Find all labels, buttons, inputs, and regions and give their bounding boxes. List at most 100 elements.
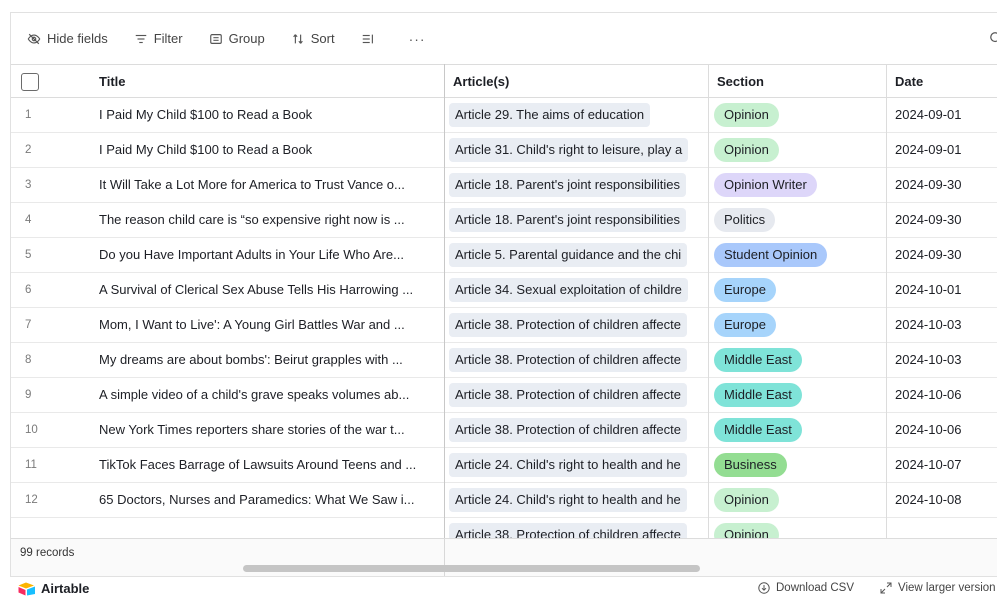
cell-section[interactable]: Europe xyxy=(711,273,887,307)
cell-section[interactable]: Europe xyxy=(711,308,887,342)
section-chip: Opinion xyxy=(714,488,779,512)
cell-article[interactable]: Article 18. Parent's joint responsibilit… xyxy=(445,203,707,237)
table-row[interactable]: 12 65 Doctors, Nurses and Paramedics: Wha… xyxy=(11,483,997,518)
cell-section[interactable]: Opinion xyxy=(711,133,887,167)
row-number: 11 xyxy=(25,459,37,471)
table-row[interactable]: 10 New York Times reporters share stories… xyxy=(11,413,997,448)
horizontal-scrollbar[interactable] xyxy=(243,565,700,572)
section-chip: Europe xyxy=(714,313,776,337)
table-row[interactable]: Article 38. Protection of children affec… xyxy=(11,518,997,538)
cell-date[interactable]: 2024-10-03 xyxy=(895,308,997,342)
cell-title[interactable]: Do you Have Important Adults in Your Lif… xyxy=(99,238,443,272)
cell-section[interactable]: Middle East xyxy=(711,413,887,447)
table-row[interactable]: 9 A simple video of a child's grave speak… xyxy=(11,378,997,413)
cell-article[interactable]: Article 38. Protection of children affec… xyxy=(445,343,707,377)
cell-section[interactable]: Business xyxy=(711,448,887,482)
cell-article[interactable]: Article 34. Sexual exploitation of child… xyxy=(445,273,707,307)
cell-section[interactable]: Opinion xyxy=(711,518,887,538)
cell-title[interactable]: I Paid My Child $100 to Read a Book xyxy=(99,133,443,167)
table-row[interactable]: 7 Mom, I Want to Live': A Young Girl Batt… xyxy=(11,308,997,343)
table-row[interactable]: 3 It Will Take a Lot More for America to … xyxy=(11,168,997,203)
cell-article[interactable]: Article 31. Child's right to leisure, pl… xyxy=(445,133,707,167)
cell-title[interactable]: It Will Take a Lot More for America to T… xyxy=(99,168,443,202)
cell-date[interactable]: 2024-10-07 xyxy=(895,448,997,482)
group-button[interactable]: Group xyxy=(209,25,265,53)
row-height-button[interactable] xyxy=(361,25,375,53)
table-row[interactable]: 6 A Survival of Clerical Sex Abuse Tells … xyxy=(11,273,997,308)
column-header-section[interactable]: Section xyxy=(709,65,887,98)
cell-article[interactable]: Article 38. Protection of children affec… xyxy=(445,308,707,342)
section-chip: Opinion Writer xyxy=(714,173,817,197)
cell-section[interactable]: Opinion xyxy=(711,98,887,132)
cell-title[interactable]: A Survival of Clerical Sex Abuse Tells H… xyxy=(99,273,443,307)
filter-button[interactable]: Filter xyxy=(134,25,183,53)
sort-button[interactable]: Sort xyxy=(291,25,335,53)
select-all-checkbox[interactable] xyxy=(21,73,39,91)
cell-title[interactable]: I Paid My Child $100 to Read a Book xyxy=(99,98,443,132)
table-row[interactable]: 1 I Paid My Child $100 to Read a Book Arti… xyxy=(11,98,997,133)
more-options-button[interactable]: ··· xyxy=(409,31,426,47)
table-row[interactable]: 11 TikTok Faces Barrage of Lawsuits Aroun… xyxy=(11,448,997,483)
cell-date[interactable]: 2024-10-03 xyxy=(895,343,997,377)
table-row[interactable]: 5 Do you Have Important Adults in Your Li… xyxy=(11,238,997,273)
table-row[interactable]: 8 My dreams are about bombs': Beirut grap… xyxy=(11,343,997,378)
section-chip: Opinion xyxy=(714,103,779,127)
cell-article[interactable]: Article 38. Protection of children affec… xyxy=(445,378,707,412)
column-header-title[interactable]: Title xyxy=(91,65,443,98)
cell-date[interactable]: 2024-10-06 xyxy=(895,413,997,447)
view-larger-link[interactable]: View larger version xyxy=(880,582,996,594)
airtable-icon xyxy=(18,582,35,595)
cell-section[interactable]: Politics xyxy=(711,203,887,237)
row-number: 7 xyxy=(25,319,32,331)
download-csv-label: Download CSV xyxy=(776,582,854,594)
column-header-date[interactable]: Date xyxy=(887,65,997,98)
group-label: Group xyxy=(228,31,265,46)
cell-section[interactable]: Opinion xyxy=(711,483,887,517)
section-chip: Europe xyxy=(714,278,776,302)
airtable-logo[interactable]: Airtable xyxy=(18,581,89,596)
cell-section[interactable]: Middle East xyxy=(711,378,887,412)
column-header-articles[interactable]: Article(s) xyxy=(445,65,709,98)
embed-footer: Airtable Download CSV View larger versio… xyxy=(10,576,997,600)
section-chip: Middle East xyxy=(714,383,802,407)
cell-date[interactable] xyxy=(895,518,997,538)
section-chip: Business xyxy=(714,453,787,477)
grid-header: Title Article(s) Section Date xyxy=(11,64,997,98)
cell-date[interactable]: 2024-09-01 xyxy=(895,98,997,132)
search-icon[interactable] xyxy=(989,31,997,45)
cell-title[interactable] xyxy=(99,518,443,538)
frozen-column-divider[interactable] xyxy=(444,64,445,538)
download-csv-link[interactable]: Download CSV xyxy=(758,582,854,594)
cell-article[interactable]: Article 38. Protection of children affec… xyxy=(445,413,707,447)
cell-article[interactable]: Article 18. Parent's joint responsibilit… xyxy=(445,168,707,202)
cell-date[interactable]: 2024-09-30 xyxy=(895,238,997,272)
section-chip: Middle East xyxy=(714,348,802,372)
cell-title[interactable]: Mom, I Want to Live': A Young Girl Battl… xyxy=(99,308,443,342)
hide-fields-button[interactable]: Hide fields xyxy=(27,25,108,53)
cell-article[interactable]: Article 38. Protection of children affec… xyxy=(445,518,707,538)
cell-article[interactable]: Article 24. Child's right to health and … xyxy=(445,448,707,482)
cell-title[interactable]: TikTok Faces Barrage of Lawsuits Around … xyxy=(99,448,443,482)
cell-article[interactable]: Article 5. Parental guidance and the chi xyxy=(445,238,707,272)
cell-article[interactable]: Article 29. The aims of education xyxy=(445,98,707,132)
article-chip: Article 24. Child's right to health and … xyxy=(449,453,687,477)
cell-title[interactable]: 65 Doctors, Nurses and Paramedics: What … xyxy=(99,483,443,517)
cell-date[interactable]: 2024-10-06 xyxy=(895,378,997,412)
section-chip: Opinion xyxy=(714,138,779,162)
table-row[interactable]: 4 The reason child care is “so expensive … xyxy=(11,203,997,238)
cell-title[interactable]: The reason child care is “so expensive r… xyxy=(99,203,443,237)
cell-section[interactable]: Opinion Writer xyxy=(711,168,887,202)
cell-date[interactable]: 2024-09-30 xyxy=(895,203,997,237)
cell-title[interactable]: My dreams are about bombs': Beirut grapp… xyxy=(99,343,443,377)
section-chip: Student Opinion xyxy=(714,243,828,267)
cell-date[interactable]: 2024-10-01 xyxy=(895,273,997,307)
cell-article[interactable]: Article 24. Child's right to health and … xyxy=(445,483,707,517)
cell-date[interactable]: 2024-09-01 xyxy=(895,133,997,167)
cell-section[interactable]: Student Opinion xyxy=(711,238,887,272)
table-row[interactable]: 2 I Paid My Child $100 to Read a Book Arti… xyxy=(11,133,997,168)
cell-date[interactable]: 2024-10-08 xyxy=(895,483,997,517)
cell-title[interactable]: A simple video of a child's grave speaks… xyxy=(99,378,443,412)
cell-title[interactable]: New York Times reporters share stories o… xyxy=(99,413,443,447)
cell-date[interactable]: 2024-09-30 xyxy=(895,168,997,202)
cell-section[interactable]: Middle East xyxy=(711,343,887,377)
